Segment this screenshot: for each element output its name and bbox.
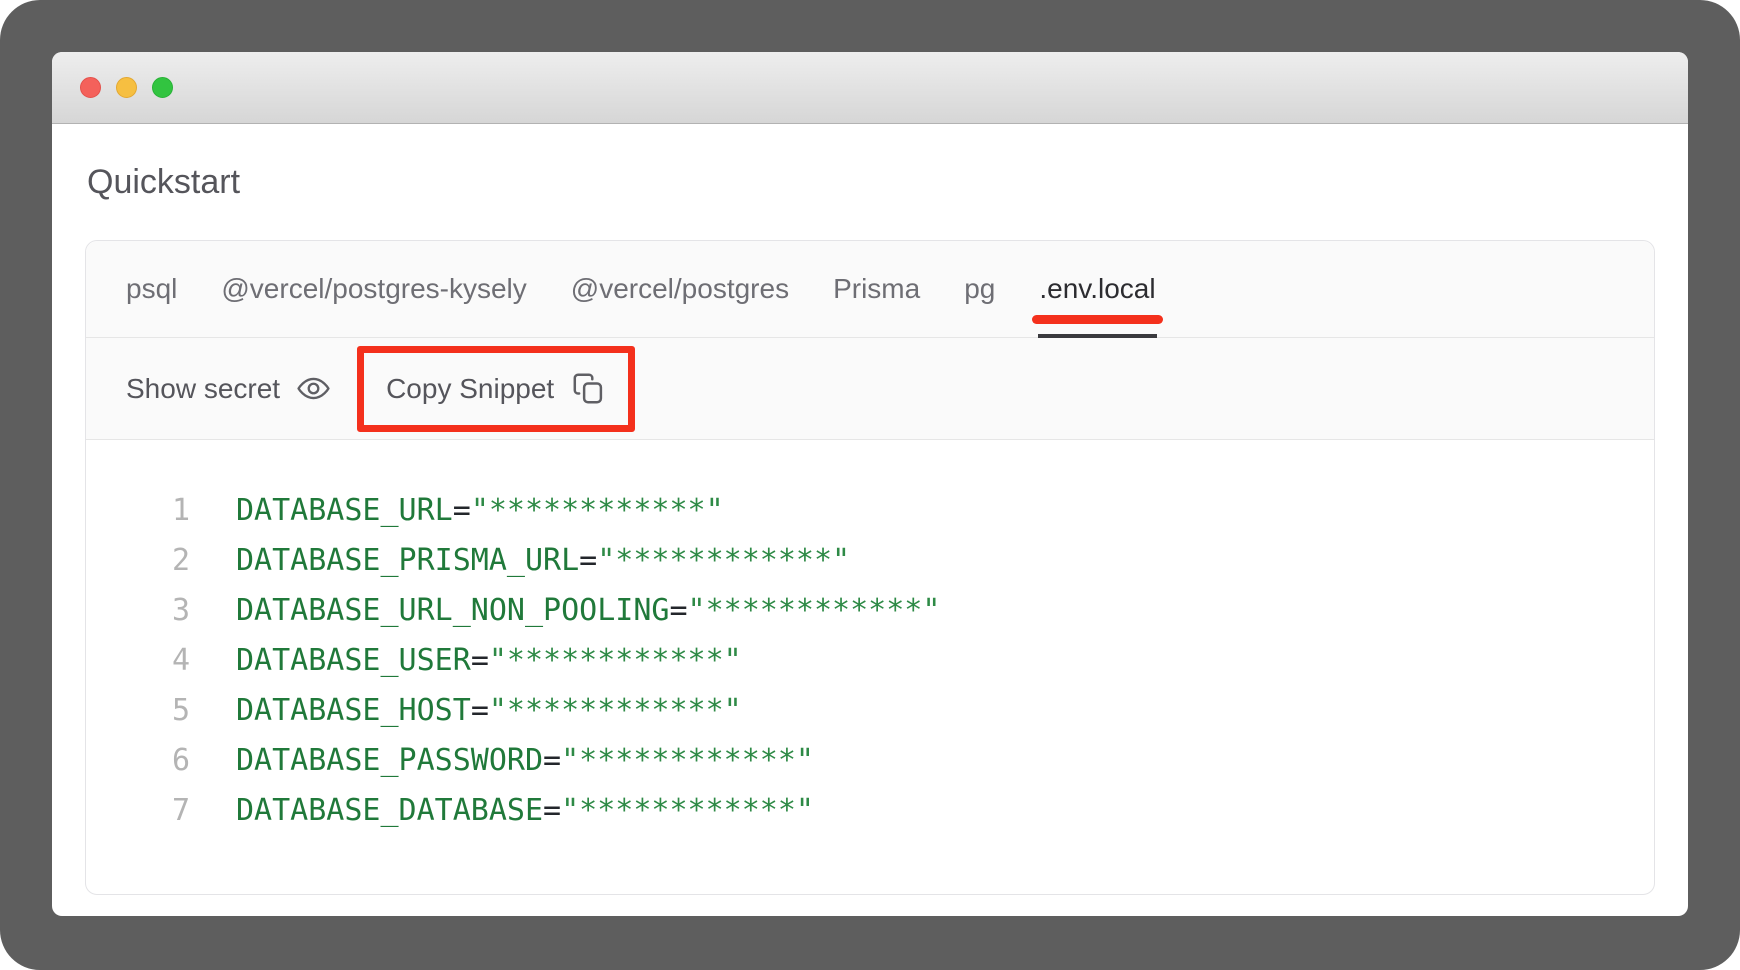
env-var-value: "************" [561, 793, 814, 828]
equals-sign: = [543, 743, 561, 778]
snippet-toolbar: Show secret Copy Snippet [86, 338, 1654, 440]
tab-label: pg [964, 273, 995, 305]
copy-snippet-annotation-box: Copy Snippet [357, 346, 635, 432]
line-number: 4 [86, 636, 190, 686]
env-var-name: DATABASE_URL_NON_POOLING [236, 593, 669, 628]
tab-label: Prisma [833, 273, 920, 305]
line-number: 1 [86, 486, 190, 536]
code-line: 7 DATABASE_DATABASE="************" [86, 786, 1614, 836]
line-number: 6 [86, 736, 190, 786]
tab-vercel-postgres-kysely[interactable]: @vercel/postgres-kysely [221, 241, 526, 337]
eye-icon [295, 370, 332, 407]
equals-sign: = [471, 693, 489, 728]
code-line: 6 DATABASE_PASSWORD="************" [86, 736, 1614, 786]
code-block[interactable]: 1DATABASE_URL="************"2DATABASE_PR… [86, 440, 1654, 894]
quickstart-panel: psql @vercel/postgres-kysely @vercel/postg… [85, 240, 1655, 895]
window-content: Quickstart psql @vercel/postgres-kysely @v… [52, 160, 1688, 895]
env-var-line: DATABASE_HOST="************" [236, 686, 742, 736]
env-var-value: "************" [688, 593, 941, 628]
code-line: 5 DATABASE_HOST="************" [86, 686, 1614, 736]
show-secret-label: Show secret [126, 373, 280, 405]
env-var-value: "************" [489, 693, 742, 728]
env-var-value: "************" [597, 543, 850, 578]
tab-label: @vercel/postgres-kysely [221, 273, 526, 305]
env-var-name: DATABASE_HOST [236, 693, 471, 728]
env-var-name: DATABASE_PRISMA_URL [236, 543, 579, 578]
app-window: Quickstart psql @vercel/postgres-kysely @v… [52, 52, 1688, 916]
page-title: Quickstart [87, 160, 1655, 204]
code-line: 2 DATABASE_PRISMA_URL="************" [86, 536, 1614, 586]
title-bar[interactable] [52, 52, 1688, 124]
tab-label: @vercel/postgres [571, 273, 789, 305]
copy-snippet-button[interactable]: Copy Snippet [386, 371, 606, 406]
show-secret-button[interactable]: Show secret [126, 370, 332, 407]
window-frame: Quickstart psql @vercel/postgres-kysely @v… [0, 0, 1740, 970]
tab-.env.local[interactable]: .env.local [1039, 241, 1155, 337]
env-var-line: DATABASE_PASSWORD="************" [236, 736, 814, 786]
active-tab-indicator [1038, 334, 1156, 338]
env-var-name: DATABASE_PASSWORD [236, 743, 543, 778]
equals-sign: = [669, 593, 687, 628]
code-line: 3 DATABASE_URL_NON_POOLING="************" [86, 586, 1614, 636]
red-annotation-underline [1032, 315, 1162, 324]
line-number: 3 [86, 586, 190, 636]
code-line: 4 DATABASE_USER="************" [86, 636, 1614, 686]
env-var-line: DATABASE_URL_NON_POOLING="************" [236, 586, 940, 636]
env-var-name: DATABASE_URL [236, 493, 453, 528]
env-var-line: DATABASE_PRISMA_URL="************" [236, 536, 850, 586]
env-var-name: DATABASE_DATABASE [236, 793, 543, 828]
tab-label: .env.local [1039, 273, 1155, 305]
copy-snippet-label: Copy Snippet [386, 373, 554, 405]
env-var-value: "************" [471, 493, 724, 528]
line-number: 7 [86, 786, 190, 836]
close-button[interactable] [80, 77, 101, 98]
env-var-value: "************" [561, 743, 814, 778]
tab-bar: psql @vercel/postgres-kysely @vercel/postg… [86, 241, 1654, 338]
equals-sign: = [471, 643, 489, 678]
env-var-value: "************" [489, 643, 742, 678]
minimize-button[interactable] [116, 77, 137, 98]
env-var-line: DATABASE_DATABASE="************" [236, 786, 814, 836]
copy-icon [571, 371, 606, 406]
equals-sign: = [579, 543, 597, 578]
tab-pg[interactable]: pg [964, 241, 995, 337]
zoom-button[interactable] [152, 77, 173, 98]
equals-sign: = [453, 493, 471, 528]
tab-label: psql [126, 273, 177, 305]
tab-vercel-postgres[interactable]: @vercel/postgres [571, 241, 789, 337]
env-var-name: DATABASE_USER [236, 643, 471, 678]
line-number: 5 [86, 686, 190, 736]
code-line: 1 DATABASE_URL="************" [86, 486, 1614, 536]
env-var-line: DATABASE_URL="************" [236, 486, 724, 536]
tab-Prisma[interactable]: Prisma [833, 241, 920, 337]
line-number: 2 [86, 536, 190, 586]
tab-psql[interactable]: psql [126, 241, 177, 337]
equals-sign: = [543, 793, 561, 828]
env-var-line: DATABASE_USER="************" [236, 636, 742, 686]
